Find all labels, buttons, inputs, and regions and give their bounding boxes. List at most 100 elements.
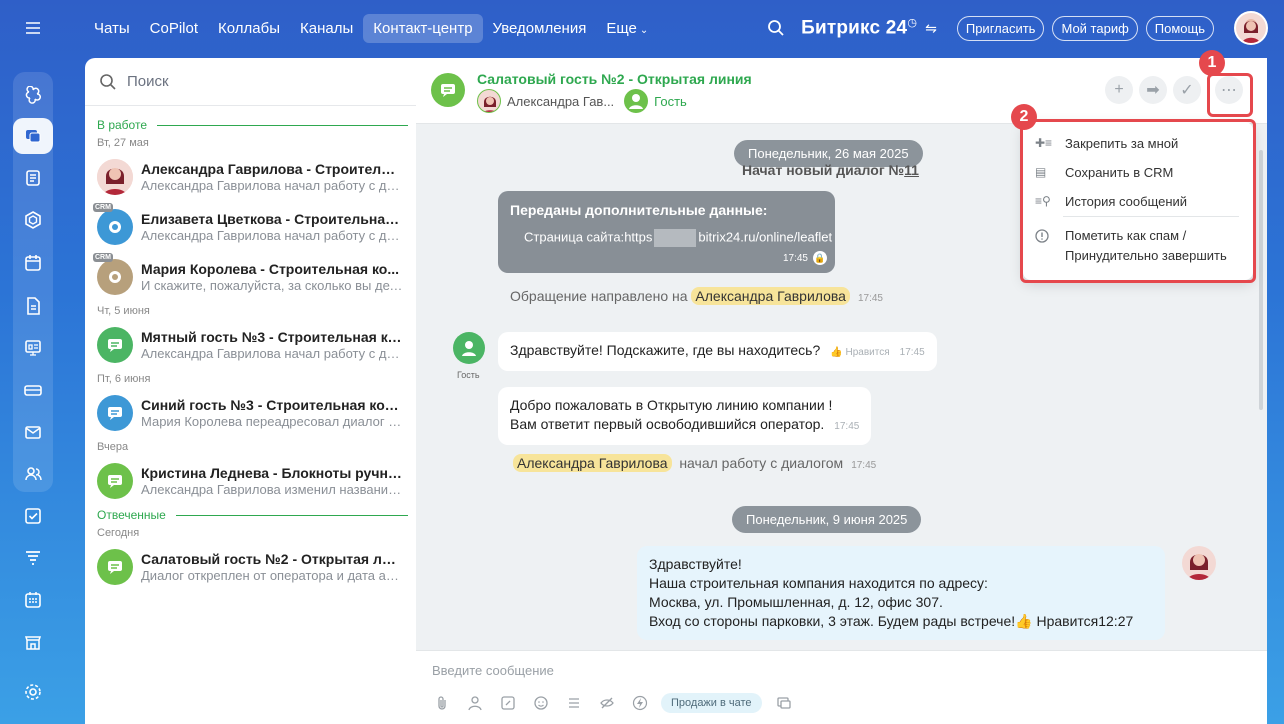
section-in-work: В работе	[85, 116, 416, 134]
operator-avatar[interactable]	[477, 89, 501, 113]
list-item-preview: Диалог откреплен от оператора и дата ав.…	[141, 568, 403, 583]
message-input[interactable]: Введите сообщение	[432, 663, 554, 678]
tasks-icon[interactable]	[13, 498, 53, 534]
calendar-icon[interactable]	[13, 245, 53, 281]
list-item-title: Салатовый гость №2 - Открытая лин...	[141, 551, 403, 567]
chat-title[interactable]: Салатовый гость №2 - Открытая линия	[477, 71, 752, 87]
like-button[interactable]: 👍 Нравится	[830, 347, 889, 358]
chat-scrollbar[interactable]	[1259, 150, 1263, 410]
user-avatar[interactable]	[1234, 11, 1268, 45]
guest-avatar[interactable]	[453, 332, 485, 364]
store-icon[interactable]	[13, 624, 53, 660]
guest-avatar[interactable]	[624, 89, 649, 113]
search-input[interactable]: Поиск	[127, 73, 169, 90]
started-line: Александра Гаврилова начал работу с диал…	[513, 454, 876, 472]
list-item-title: Кристина Леднева - Блокноты ручно...	[141, 465, 403, 481]
list-item-title: Мятный гость №3 - Строительная ко...	[141, 329, 403, 345]
template-icon[interactable]	[562, 691, 586, 715]
tab-chats[interactable]: Чаты	[84, 14, 140, 43]
lightning-icon[interactable]	[628, 691, 652, 715]
tab-more[interactable]: Еще ⌄	[596, 14, 658, 43]
attach-icon[interactable]	[430, 691, 454, 715]
clock-icon: ◷	[907, 17, 918, 30]
extra-time-text: 17:45	[782, 252, 808, 264]
mail-icon[interactable]	[13, 414, 53, 450]
search-icon	[100, 73, 116, 90]
list-item[interactable]: Кристина Леднева - Блокноты ручно... Але…	[85, 456, 416, 506]
user-icon	[462, 341, 476, 356]
like-button[interactable]: 👍 Нравится	[1015, 613, 1098, 629]
avatar	[97, 549, 133, 585]
annotation-highlight-more	[1207, 73, 1253, 117]
section-answered: Отвеченные	[85, 506, 416, 524]
hexagon-icon[interactable]	[13, 202, 53, 238]
operator-mention[interactable]: Александра Гаврилова	[513, 454, 672, 472]
hide-icon[interactable]	[595, 691, 619, 715]
schedule-icon[interactable]	[13, 582, 53, 618]
list-item-title: Елизавета Цветкова - Строительная ...	[141, 211, 403, 227]
chat-icon[interactable]	[13, 118, 53, 154]
date-label: Чт, 5 июня	[97, 305, 150, 317]
copilot-icon[interactable]	[13, 78, 53, 114]
user-icon[interactable]	[463, 691, 487, 715]
menu-icon[interactable]	[13, 10, 53, 46]
section-line	[175, 514, 408, 516]
list-item-text: Синий гость №3 - Строительная комп... Ма…	[141, 397, 403, 429]
feed-icon[interactable]	[13, 160, 53, 196]
operator-avatar[interactable]	[1182, 546, 1216, 580]
users-icon[interactable]	[13, 456, 53, 492]
extra-url-start[interactable]: https	[624, 229, 652, 244]
forward-icon[interactable]: ➡	[1139, 76, 1167, 104]
message-line-wrap: Вход со стороны парковки, 3 этаж. Будем …	[649, 612, 1153, 631]
top-right: Битрикс 24◷ ⇋ Пригласить Мой тариф Помощ…	[767, 10, 1268, 46]
dialog-number-link[interactable]: 11	[904, 162, 919, 178]
tariff-button[interactable]: Мой тариф	[1052, 15, 1138, 41]
list-item[interactable]: CRM Елизавета Цветкова - Строительная ..…	[85, 202, 416, 252]
finish-icon[interactable]: ✓	[1173, 76, 1201, 104]
drive-icon[interactable]	[13, 372, 53, 408]
message-line-wrap: Вам ответит первый освободившийся операт…	[510, 415, 859, 436]
message-bubble: Добро пожаловать в Открытую линию компан…	[498, 387, 872, 445]
extra-url-end[interactable]: bitrix24.ru/online/leaflet	[698, 229, 832, 244]
tab-collabs[interactable]: Коллабы	[208, 14, 290, 43]
smile-icon[interactable]	[529, 691, 553, 715]
operator-mention[interactable]: Александра Гаврилова	[691, 287, 850, 305]
list-item[interactable]: Мятный гость №3 - Строительная ко... Але…	[85, 320, 416, 370]
routed-text: Обращение направлено на	[510, 288, 688, 304]
started-text: начал работу с диалогом	[679, 455, 844, 471]
avatar	[97, 395, 133, 431]
message-time: 17:45	[834, 421, 860, 432]
add-icon[interactable]: +	[1105, 76, 1133, 104]
help-button[interactable]: Помощь	[1145, 15, 1214, 41]
edit-icon[interactable]	[496, 691, 520, 715]
document-icon[interactable]	[13, 288, 53, 324]
list-item[interactable]: Салатовый гость №2 - Открытая лин... Диа…	[85, 542, 416, 592]
list-item[interactable]: Александра Гаврилова - Строительн... Але…	[85, 152, 416, 202]
list-item-text: Кристина Леднева - Блокноты ручно... Але…	[141, 465, 403, 497]
list-item-preview: И скажите, пожалуйста, за сколько вы дел…	[141, 278, 403, 293]
tab-contact-center[interactable]: Контакт-центр	[363, 13, 483, 43]
tab-copilot[interactable]: CoPilot	[140, 14, 208, 43]
composer: Введите сообщение Продажи в чате	[416, 650, 1267, 724]
new-dialog-text: Начат новый диалог №	[742, 162, 905, 178]
tab-notifications[interactable]: Уведомления	[483, 14, 597, 43]
list-item[interactable]: Синий гость №3 - Строительная комп... Ма…	[85, 388, 416, 438]
chat-participants: Александра Гав... Гость	[477, 89, 687, 113]
list-item-preview: Мария Королева переадресовал диалог н...	[141, 414, 403, 429]
search-icon[interactable]	[767, 19, 785, 37]
brand-settings-icon[interactable]: ⇋	[925, 20, 937, 37]
tab-channels[interactable]: Каналы	[290, 14, 363, 43]
section-in-work-label: В работе	[97, 118, 148, 132]
message-line: Наша строительная компания находится по …	[649, 575, 988, 591]
list-item[interactable]: CRM Мария Королева - Строительная ко... …	[85, 252, 416, 302]
invite-button[interactable]: Пригласить	[956, 15, 1045, 41]
settings-icon[interactable]	[13, 674, 53, 710]
funnel-icon[interactable]	[13, 540, 53, 576]
top-bar: Чаты CoPilot Коллабы Каналы Контакт-цент…	[84, 10, 1268, 46]
operator-name: Александра Гав...	[507, 93, 615, 109]
sales-in-chat-button[interactable]: Продажи в чате	[661, 693, 762, 713]
board-icon[interactable]	[13, 330, 53, 366]
screen-icon[interactable]	[772, 691, 796, 715]
brand-logo[interactable]: Битрикс 24◷	[801, 16, 917, 39]
list-search[interactable]: Поиск	[85, 58, 416, 106]
